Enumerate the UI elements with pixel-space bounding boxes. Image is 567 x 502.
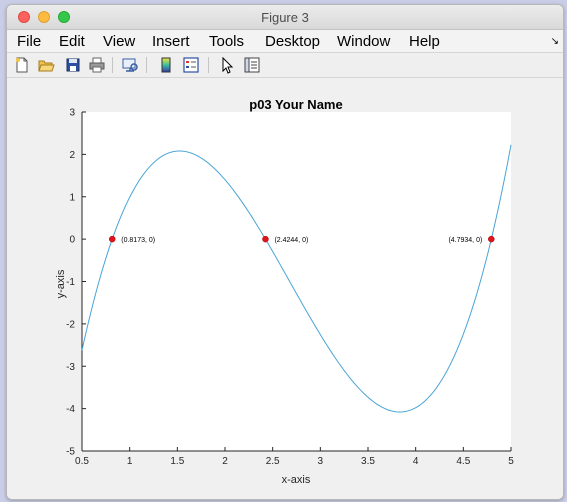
toolbar-separator bbox=[146, 57, 147, 73]
menu-bar: File Edit View Insert Tools Desktop Wind… bbox=[7, 30, 563, 53]
x-tick-label: 1.5 bbox=[170, 456, 184, 467]
root-data-label: (2.4244, 0) bbox=[274, 237, 308, 244]
x-tick-label: 4.5 bbox=[456, 456, 470, 467]
figure-toolbar bbox=[7, 53, 563, 78]
toolbar-separator bbox=[208, 57, 209, 73]
y-tick-label: -3 bbox=[66, 362, 75, 373]
y-tick-label: -1 bbox=[66, 277, 75, 288]
x-tick-label: 1 bbox=[127, 456, 133, 467]
pointer-icon[interactable] bbox=[218, 56, 236, 74]
toolbar-separator bbox=[112, 57, 113, 73]
root-data-label: (0.8173, 0) bbox=[121, 237, 155, 244]
x-tick-label: 3.5 bbox=[361, 456, 375, 467]
title-bar: Figure 3 bbox=[7, 5, 563, 30]
insert-colorbar-icon[interactable] bbox=[157, 56, 175, 74]
y-tick-label: -2 bbox=[66, 319, 75, 330]
menu-desktop[interactable]: Desktop bbox=[265, 33, 320, 50]
x-tick-label: 2.5 bbox=[266, 456, 280, 467]
open-file-icon[interactable] bbox=[37, 56, 55, 74]
y-axis-label: y-axis bbox=[55, 269, 67, 298]
save-icon[interactable] bbox=[64, 56, 82, 74]
root-marker bbox=[108, 235, 116, 243]
menu-view[interactable]: View bbox=[103, 33, 135, 50]
y-tick-label: 3 bbox=[69, 108, 75, 119]
y-tick-label: 2 bbox=[69, 150, 75, 161]
new-figure-icon[interactable] bbox=[13, 56, 31, 74]
menu-help[interactable]: Help bbox=[409, 33, 440, 50]
print-icon[interactable] bbox=[88, 56, 106, 74]
x-tick-label: 0.5 bbox=[75, 456, 89, 467]
y-tick-label: -4 bbox=[66, 404, 75, 415]
root-marker bbox=[262, 235, 269, 243]
figure-canvas: p03 Your Name 0.5 1 1.5 2 2.5 3 3.5 4 4.5 5 -5 -4 -3… bbox=[7, 78, 563, 499]
x-tick-label: 4 bbox=[413, 456, 419, 467]
y-tick-label: -5 bbox=[66, 447, 75, 458]
menu-file[interactable]: File bbox=[17, 33, 41, 50]
toolbar-overflow-arrow-icon[interactable]: ↘ bbox=[551, 36, 559, 47]
plot-svg: p03 Your Name 0.5 1 1.5 2 2.5 3 3.5 4 4.5 5 -5 -4 -3… bbox=[55, 97, 514, 486]
root-marker bbox=[488, 235, 495, 243]
x-tick-label: 3 bbox=[318, 456, 324, 467]
chart-title: p03 Your Name bbox=[249, 97, 342, 112]
x-tick-label: 2 bbox=[222, 456, 228, 467]
window-title: Figure 3 bbox=[261, 10, 309, 25]
menu-window[interactable]: Window bbox=[337, 33, 390, 50]
menu-tools[interactable]: Tools bbox=[209, 33, 244, 50]
y-tick-label: 1 bbox=[69, 192, 75, 203]
x-tick-label: 5 bbox=[508, 456, 514, 467]
menu-edit[interactable]: Edit bbox=[59, 33, 85, 50]
insert-legend-icon[interactable] bbox=[182, 56, 200, 74]
link-plot-icon[interactable] bbox=[121, 56, 139, 74]
root-data-label: (4.7934, 0) bbox=[448, 237, 482, 244]
figure-window: Figure 3 File Edit View Insert Tools Des… bbox=[6, 4, 564, 500]
axes-background bbox=[82, 112, 511, 451]
y-tick-label: 0 bbox=[69, 235, 75, 246]
menu-insert[interactable]: Insert bbox=[152, 33, 190, 50]
x-axis-label: x-axis bbox=[282, 474, 311, 486]
property-inspector-icon[interactable] bbox=[243, 56, 261, 74]
